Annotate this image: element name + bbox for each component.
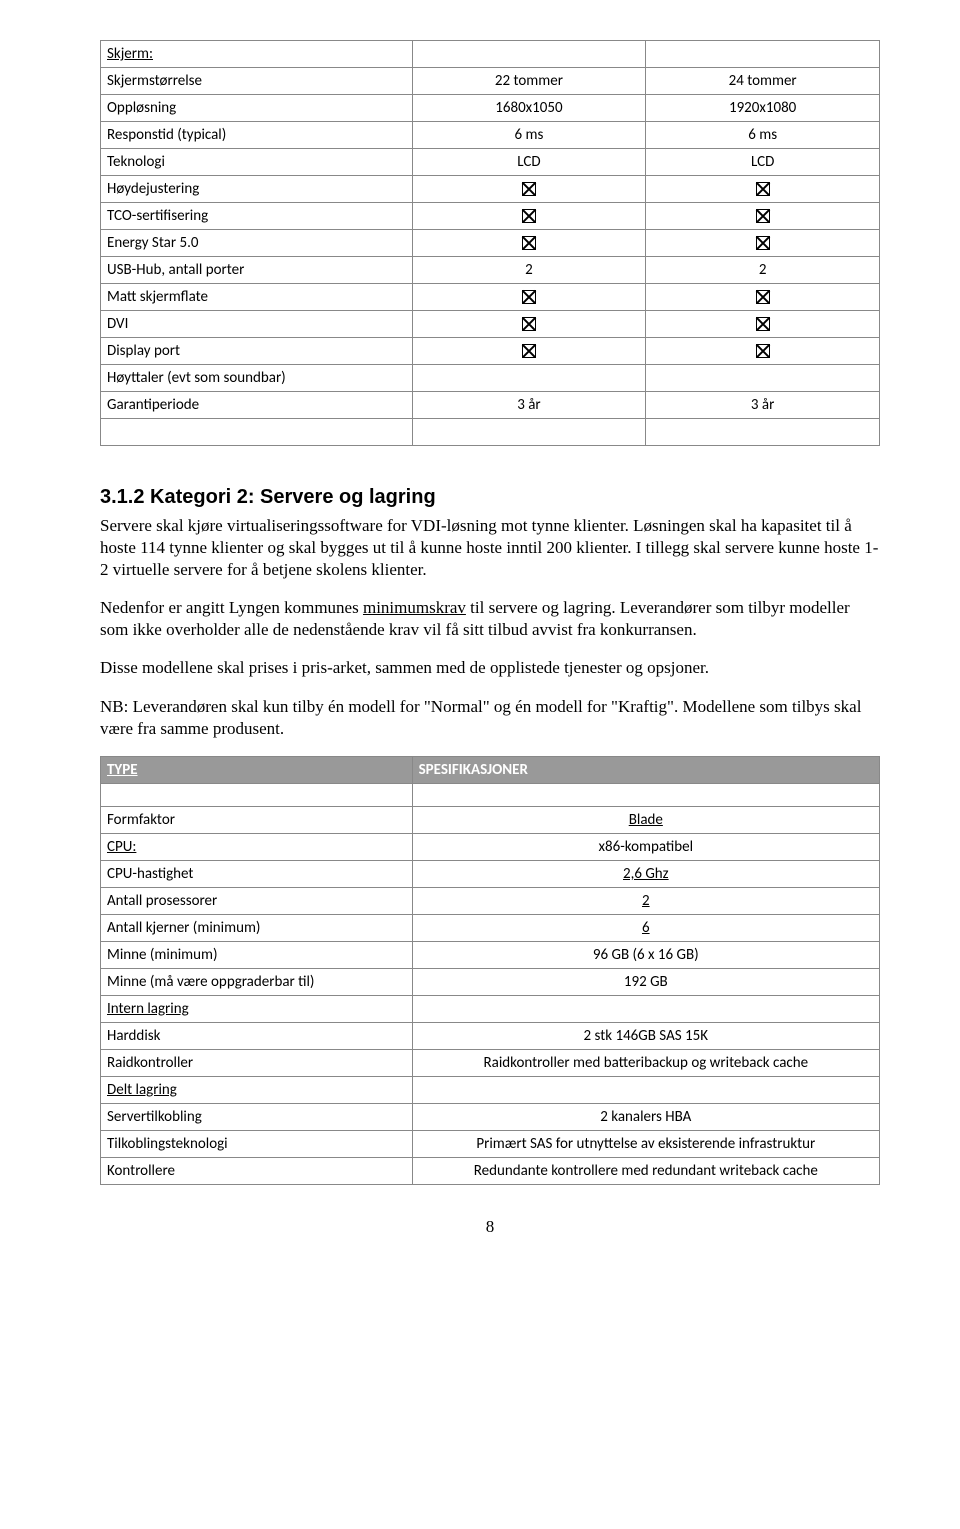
spec-row-label: Minne (minimum) [101,941,413,968]
spec-row-value: 192 GB [412,968,879,995]
table-row-label: Høydejustering [101,176,413,203]
spec-row-value: 2 kanalers HBA [412,1103,879,1130]
table-row-value: LCD [412,149,646,176]
table2-header-right: SPESIFIKASJONER [419,761,528,779]
spec-row-label: Raidkontroller [101,1049,413,1076]
table-row-value [412,230,646,257]
table-row-value: 22 tommer [412,68,646,95]
table-row-value [646,338,880,365]
section-heading: 3.1.2 Kategori 2: Servere og lagring [100,486,880,509]
spec-row-label: Servertilkobling [101,1103,413,1130]
spec-row-value [412,1076,879,1103]
para-2: Nedenfor er angitt Lyngen kommunes minim… [100,597,880,641]
spec-row-value: 6 [412,914,879,941]
checkbox-checked-icon [522,290,536,304]
spec-row-label: Tilkoblingsteknologi [101,1130,413,1157]
table-row-label: Display port [101,338,413,365]
spec-row-label: Antall prosessorer [101,887,413,914]
spec-row-label: Kontrollere [101,1157,413,1184]
spec-row-value: Raidkontroller med batteribackup og writ… [412,1049,879,1076]
table-row-value [412,311,646,338]
table-row-value: 6 ms [412,122,646,149]
table-row-label: Garantiperiode [101,392,413,419]
checkbox-checked-icon [522,344,536,358]
table2-header-left: TYPE [107,761,138,779]
table-row-label: Responstid (typical) [101,122,413,149]
table-row-label: Matt skjermflate [101,284,413,311]
checkbox-checked-icon [756,236,770,250]
spec-row-value: Blade [412,806,879,833]
checkbox-checked-icon [522,209,536,223]
table-row-label: Energy Star 5.0 [101,230,413,257]
table-row-value [646,284,880,311]
table-row-value: 1680x1050 [412,95,646,122]
checkbox-checked-icon [522,236,536,250]
spec-row-label: Formfaktor [101,806,413,833]
para-4: NB: Leverandøren skal kun tilby én model… [100,696,880,740]
page-number: 8 [100,1217,880,1237]
checkbox-checked-icon [756,182,770,196]
checkbox-checked-icon [756,290,770,304]
table-row-label: Teknologi [101,149,413,176]
table-row-value: 3 år [412,392,646,419]
table-row-label: USB-Hub, antall porter [101,257,413,284]
spec-row-label: Minne (må være oppgraderbar til) [101,968,413,995]
table-row-value [412,284,646,311]
table-row-value: 6 ms [646,122,880,149]
table-row-label: DVI [101,311,413,338]
table-row-value [412,203,646,230]
spec-row-label: Harddisk [101,1022,413,1049]
table-row-value: 3 år [646,392,880,419]
table-row-value: 2 [412,257,646,284]
table-row-value [646,311,880,338]
checkbox-checked-icon [522,182,536,196]
checkbox-checked-icon [756,209,770,223]
table-row-value: LCD [646,149,880,176]
para-1: Servere skal kjøre virtualiseringssoftwa… [100,515,880,581]
table1-header: Skjerm: [107,45,153,63]
screen-spec-table: Skjerm: Skjermstørrelse22 tommer24 tomme… [100,40,880,446]
table-row-value [412,176,646,203]
spec-row-value [412,995,879,1022]
spec-row-value: 2 [412,887,879,914]
spec-row-value: Primært SAS for utnyttelse av eksisteren… [412,1130,879,1157]
table-row-value [412,365,646,392]
spec-row-value: 2 stk 146GB SAS 15K [412,1022,879,1049]
server-spec-table: TYPE SPESIFIKASJONER FormfaktorBladeCPU:… [100,756,880,1185]
table-row-label: TCO-sertifisering [101,203,413,230]
table-row-value [646,230,880,257]
table-row-value: 2 [646,257,880,284]
spec-row-label: Antall kjerner (minimum) [101,914,413,941]
table-row-value [646,176,880,203]
para-3: Disse modellene skal prises i pris-arket… [100,657,880,679]
spec-row-label: Delt lagring [101,1076,413,1103]
spec-row-value: 2,6 Ghz [412,860,879,887]
checkbox-checked-icon [522,317,536,331]
spec-row-label: Intern lagring [101,995,413,1022]
table-row-value [646,365,880,392]
checkbox-checked-icon [756,317,770,331]
table-row-value [412,338,646,365]
spec-row-value: Redundante kontrollere med redundant wri… [412,1157,879,1184]
spec-row-value: 96 GB (6 x 16 GB) [412,941,879,968]
table-row-label: Oppløsning [101,95,413,122]
table-row-label: Høyttaler (evt som soundbar) [101,365,413,392]
table-row-value: 1920x1080 [646,95,880,122]
checkbox-checked-icon [756,344,770,358]
table-row-value [646,203,880,230]
spec-row-label: CPU-hastighet [101,860,413,887]
spec-row-label: CPU: [101,833,413,860]
table-row-value: 24 tommer [646,68,880,95]
table-row-label: Skjermstørrelse [101,68,413,95]
spec-row-value: x86-kompatibel [412,833,879,860]
